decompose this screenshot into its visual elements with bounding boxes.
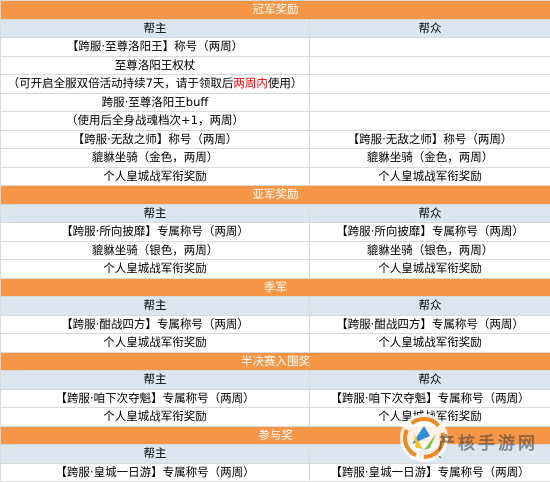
member-reward: 【跨服·无敌之师】称号（两周） <box>310 130 550 149</box>
member-reward: 貔貅坐骑（银色，两周） <box>310 241 550 260</box>
section-title: 亚军奖励 <box>1 186 550 205</box>
section-title: 冠军奖励 <box>1 1 550 20</box>
leader-reward: 个人皇城战军衔奖励 <box>1 334 310 353</box>
member-reward <box>310 75 550 94</box>
reward-table: 冠军奖励 帮主 帮众 【跨服·至尊洛阳王】称号（两周） 至尊洛阳王权杖 （可开启… <box>0 0 550 482</box>
table-row: 个人皇城战军衔奖励 个人皇城战军衔奖励 <box>1 167 550 186</box>
column-header-member: 帮众 <box>310 204 550 223</box>
leader-reward: 貔貅坐骑（银色，两周） <box>1 241 310 260</box>
member-reward: 貔貅坐骑（金色，两周） <box>310 149 550 168</box>
column-header-leader: 帮主 <box>1 445 310 464</box>
column-header-row: 帮主 帮众 <box>1 371 550 390</box>
column-header-row: 帮主 帮众 <box>1 297 550 316</box>
table-row: 【跨服·所向披靡】专属称号（两周） 【跨服·所向披靡】专属称号（两周） <box>1 223 550 242</box>
leader-reward: 个人皇城战军衔奖励 <box>1 260 310 279</box>
column-header-member: 帮众 <box>310 445 550 464</box>
section-header-semifinal: 半决赛入围奖 <box>1 352 550 371</box>
section-title: 半决赛入围奖 <box>1 352 550 371</box>
member-reward: 个人皇城战军衔奖励 <box>310 167 550 186</box>
section-header-champion: 冠军奖励 <box>1 1 550 20</box>
leader-reward: 【跨服·皇城一日游】专属称号（两周） <box>1 463 310 482</box>
member-reward: 【跨服·所向披靡】专属称号（两周） <box>310 223 550 242</box>
table-row: （可开启全服双倍活动持续7天，请于领取后两周内使用） <box>1 75 550 94</box>
leader-reward: 【跨服·所向披靡】专属称号（两周） <box>1 223 310 242</box>
member-reward <box>310 56 550 75</box>
member-reward: 【跨服·酣战四方】专属称号（两周） <box>310 315 550 334</box>
column-header-row: 帮主 帮众 <box>1 204 550 223</box>
note-text-end: 使用） <box>268 76 303 90</box>
member-reward: 个人皇城战军衔奖励 <box>310 260 550 279</box>
table-row: 貔貅坐骑（金色，两周） 貔貅坐骑（金色，两周） <box>1 149 550 168</box>
table-row: 【跨服·咱下次夺魁】专属称号（两周） 【跨服·咱下次夺魁】专属称号（两周） <box>1 389 550 408</box>
note-text: （可开启全服双倍活动持续7天，请于领取后 <box>8 76 234 90</box>
table-row: 【跨服·皇城一日游】专属称号（两周） 【跨服·皇城一日游】专属称号（两周） <box>1 463 550 482</box>
member-reward <box>310 112 550 131</box>
member-reward: 【跨服·皇城一日游】专属称号（两周） <box>310 463 550 482</box>
table-row: 至尊洛阳王权杖 <box>1 56 550 75</box>
note-highlight: 两周内 <box>233 76 268 90</box>
table-row: 跨服·至尊洛阳王buff <box>1 93 550 112</box>
section-header-runner-up: 亚军奖励 <box>1 186 550 205</box>
table-row: 【跨服·酣战四方】专属称号（两周） 【跨服·酣战四方】专属称号（两周） <box>1 315 550 334</box>
leader-reward: 【跨服·酣战四方】专属称号（两周） <box>1 315 310 334</box>
leader-reward-note: （可开启全服双倍活动持续7天，请于领取后两周内使用） <box>1 75 310 94</box>
section-title: 季军 <box>1 278 550 297</box>
table-row: 貔貅坐骑（银色，两周） 貔貅坐骑（银色，两周） <box>1 241 550 260</box>
column-header-leader: 帮主 <box>1 297 310 316</box>
leader-reward: 貔貅坐骑（金色，两周） <box>1 149 310 168</box>
section-title: 参与奖 <box>1 426 550 445</box>
leader-reward: 个人皇城战军衔奖励 <box>1 167 310 186</box>
column-header-leader: 帮主 <box>1 19 310 38</box>
leader-reward: （使用后全身战魂档次+1，两周） <box>1 112 310 131</box>
leader-reward: 跨服·至尊洛阳王buff <box>1 93 310 112</box>
section-header-participation: 参与奖 <box>1 426 550 445</box>
column-header-row: 帮主 帮众 <box>1 445 550 464</box>
leader-reward: 【跨服·无敌之师】称号（两周） <box>1 130 310 149</box>
table-row: 【跨服·至尊洛阳王】称号（两周） <box>1 38 550 57</box>
column-header-row: 帮主 帮众 <box>1 19 550 38</box>
leader-reward: 至尊洛阳王权杖 <box>1 56 310 75</box>
member-reward: 个人皇城战军衔奖励 <box>310 334 550 353</box>
leader-reward: 【跨服·至尊洛阳王】称号（两周） <box>1 38 310 57</box>
table-row: 个人皇城战军衔奖励 个人皇城战军衔奖励 <box>1 334 550 353</box>
column-header-member: 帮众 <box>310 297 550 316</box>
column-header-leader: 帮主 <box>1 371 310 390</box>
member-reward <box>310 93 550 112</box>
member-reward <box>310 38 550 57</box>
leader-reward: 个人皇城战军衔奖励 <box>1 408 310 427</box>
table-row: 【跨服·无敌之师】称号（两周） 【跨服·无敌之师】称号（两周） <box>1 130 550 149</box>
member-reward: 个人皇城战军衔奖励 <box>310 408 550 427</box>
column-header-member: 帮众 <box>310 19 550 38</box>
table-row: 个人皇城战军衔奖励 个人皇城战军衔奖励 <box>1 260 550 279</box>
column-header-member: 帮众 <box>310 371 550 390</box>
column-header-leader: 帮主 <box>1 204 310 223</box>
table-row: （使用后全身战魂档次+1，两周） <box>1 112 550 131</box>
section-header-third: 季军 <box>1 278 550 297</box>
leader-reward: 【跨服·咱下次夺魁】专属称号（两周） <box>1 389 310 408</box>
table-row: 个人皇城战军衔奖励 个人皇城战军衔奖励 <box>1 408 550 427</box>
member-reward: 【跨服·咱下次夺魁】专属称号（两周） <box>310 389 550 408</box>
